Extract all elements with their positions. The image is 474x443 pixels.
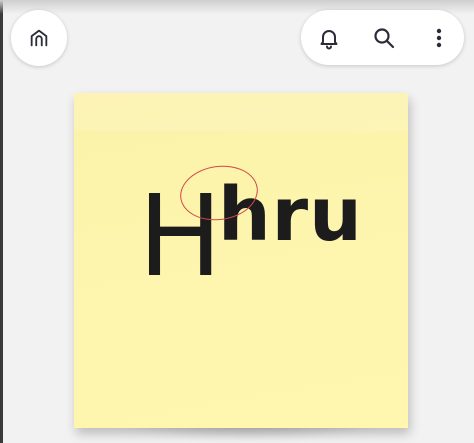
note-top-band <box>74 93 408 131</box>
search-icon <box>372 26 396 50</box>
screen-edge <box>0 0 3 443</box>
home-icon <box>28 27 50 49</box>
more-vertical-icon <box>427 26 451 50</box>
search-button[interactable] <box>362 10 406 65</box>
more-options-button[interactable] <box>417 10 461 65</box>
bell-icon <box>317 26 341 50</box>
notifications-button[interactable] <box>307 10 351 65</box>
sticky-note[interactable]: H hru <box>74 93 408 428</box>
home-button[interactable] <box>11 10 67 66</box>
toolbar <box>301 10 464 65</box>
